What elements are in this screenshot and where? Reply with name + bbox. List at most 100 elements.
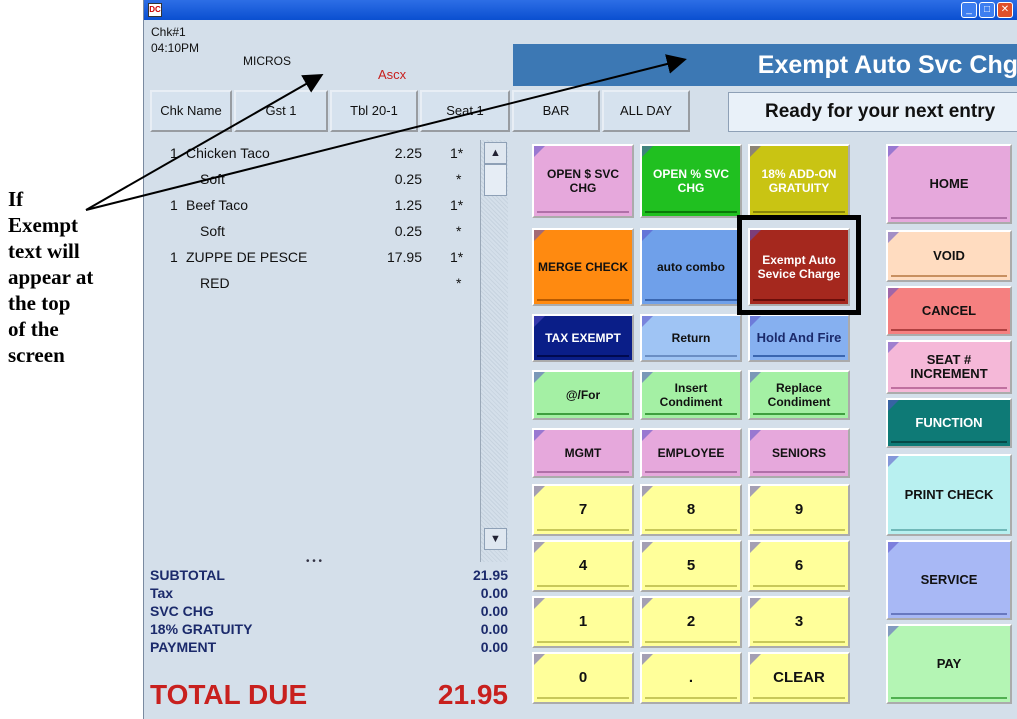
- item-price: 2.25: [394, 145, 422, 161]
- item-name: Soft: [200, 171, 225, 187]
- keypad-decimal-button[interactable]: .: [640, 652, 742, 704]
- total-due: TOTAL DUE 21.95: [150, 675, 510, 715]
- bar-button[interactable]: BAR: [512, 90, 600, 132]
- annotation-line: screen: [8, 343, 65, 367]
- item-price: 17.95: [386, 249, 422, 265]
- total-due-label: TOTAL DUE: [150, 679, 308, 710]
- at-for-button[interactable]: @/For: [532, 370, 634, 420]
- pay-button[interactable]: PAY: [886, 624, 1012, 704]
- return-button[interactable]: Return: [640, 314, 742, 362]
- item-seat: 1*: [450, 145, 464, 161]
- mgmt-button[interactable]: MGMT: [532, 428, 634, 478]
- tax-exempt-button[interactable]: TAX EXEMPT: [532, 314, 634, 362]
- keypad-clear-button[interactable]: CLEAR: [748, 652, 850, 704]
- addon-gratuity-button[interactable]: 18% ADD-ON GRATUITY: [748, 144, 850, 218]
- seat-button[interactable]: Seat 1: [420, 90, 510, 132]
- keypad-4-button[interactable]: 4: [532, 540, 634, 592]
- item-price: 1.25: [394, 197, 422, 213]
- item-qty: 1: [170, 197, 178, 213]
- tax-value: 0.00: [480, 585, 508, 601]
- chk-name-button[interactable]: Chk Name: [150, 90, 232, 132]
- gratuity-row: 18% GRATUITY 0.00: [150, 620, 510, 638]
- minimize-icon[interactable]: _: [961, 2, 977, 18]
- print-check-button[interactable]: PRINT CHECK: [886, 454, 1012, 536]
- list-scrollbar[interactable]: [480, 140, 508, 562]
- close-icon[interactable]: ✕: [997, 2, 1013, 18]
- payment-row: PAYMENT 0.00: [150, 638, 510, 656]
- void-button[interactable]: VOID: [886, 230, 1012, 282]
- function-button[interactable]: FUNCTION: [886, 398, 1012, 448]
- scroll-up-icon[interactable]: ▲: [484, 142, 507, 164]
- guest-button[interactable]: Gst 1: [234, 90, 328, 132]
- keypad-3-button[interactable]: 3: [748, 596, 850, 648]
- open-dollar-svc-chg-button[interactable]: OPEN $ SVC CHG: [532, 144, 634, 218]
- item-price: 0.25: [394, 171, 422, 187]
- app-icon: DC: [148, 3, 162, 17]
- keypad-7-button[interactable]: 7: [532, 484, 634, 536]
- replace-condiment-button[interactable]: Replace Condiment: [748, 370, 850, 420]
- seat-increment-button[interactable]: SEAT # INCREMENT: [886, 340, 1012, 394]
- item-name: Soft: [200, 223, 225, 239]
- list-item[interactable]: Soft 0.25 *: [150, 166, 484, 192]
- merge-check-button[interactable]: MERGE CHECK: [532, 228, 634, 306]
- keypad-9-button[interactable]: 9: [748, 484, 850, 536]
- auto-combo-button[interactable]: auto combo: [640, 228, 742, 306]
- maximize-icon[interactable]: □: [979, 2, 995, 18]
- list-item[interactable]: 1 ZUPPE DE PESCE 17.95 1*: [150, 244, 484, 270]
- check-number: Chk#1: [151, 25, 186, 39]
- item-qty: 1: [170, 145, 178, 161]
- totals-panel: SUBTOTAL 21.95 Tax 0.00 SVC CHG 0.00 18%…: [150, 566, 510, 656]
- service-button[interactable]: SERVICE: [886, 540, 1012, 620]
- employee-button[interactable]: EMPLOYEE: [640, 428, 742, 478]
- all-day-button[interactable]: ALL DAY: [602, 90, 690, 132]
- scroll-thumb[interactable]: [484, 164, 507, 196]
- keypad-8-button[interactable]: 8: [640, 484, 742, 536]
- check-time: 04:10PM: [151, 41, 200, 55]
- scroll-down-icon[interactable]: ▼: [484, 528, 507, 550]
- list-item[interactable]: 1 Chicken Taco 2.25 1*: [150, 140, 484, 166]
- list-item[interactable]: Soft 0.25 *: [150, 218, 484, 244]
- insert-condiment-button[interactable]: Insert Condiment: [640, 370, 742, 420]
- svc-chg-label: SVC CHG: [150, 603, 214, 619]
- subtotal-row: SUBTOTAL 21.95: [150, 566, 510, 584]
- keypad-0-button[interactable]: 0: [532, 652, 634, 704]
- item-seat: *: [456, 171, 462, 187]
- keypad-2-button[interactable]: 2: [640, 596, 742, 648]
- item-name: RED: [200, 275, 230, 291]
- exempt-auto-service-charge-button[interactable]: Exempt Auto Sevice Charge: [748, 228, 850, 306]
- tax-label: Tax: [150, 585, 174, 601]
- annotation-text: If Exempt text will appear at the top of…: [8, 186, 153, 368]
- pos-window: DC _ □ ✕ Chk#1 04:10PM MICROS Ascx Exemp…: [143, 0, 1017, 719]
- seniors-button[interactable]: SENIORS: [748, 428, 850, 478]
- keypad-5-button[interactable]: 5: [640, 540, 742, 592]
- item-seat: *: [456, 275, 462, 291]
- micros-label-box: MICROS: [233, 44, 325, 86]
- keypad-6-button[interactable]: 6: [748, 540, 850, 592]
- screen-title: Exempt Auto Svc Chg: [513, 44, 1017, 86]
- open-percent-svc-chg-button[interactable]: OPEN % SVC CHG: [640, 144, 742, 218]
- payment-value: 0.00: [480, 639, 508, 655]
- subtotal-label: SUBTOTAL: [150, 567, 225, 583]
- check-info: Chk#1 04:10PM: [148, 22, 234, 68]
- annotation-line: If: [8, 187, 24, 211]
- list-item[interactable]: 1 Beef Taco 1.25 1*: [150, 192, 484, 218]
- ascx-label: Ascx: [378, 67, 407, 82]
- item-price: 0.25: [394, 223, 422, 239]
- keypad-1-button[interactable]: 1: [532, 596, 634, 648]
- annotation-line: appear at: [8, 265, 94, 289]
- item-seat: 1*: [450, 197, 464, 213]
- item-seat: 1*: [450, 249, 464, 265]
- item-name: ZUPPE DE PESCE: [186, 249, 308, 265]
- check-detail-list[interactable]: 1 Chicken Taco 2.25 1* Soft 0.25 * 1 Bee…: [150, 140, 484, 562]
- hold-and-fire-button[interactable]: Hold And Fire: [748, 314, 850, 362]
- list-item[interactable]: RED *: [150, 270, 484, 296]
- subtotal-value: 21.95: [472, 567, 508, 583]
- micros-label: MICROS: [243, 54, 291, 68]
- gratuity-value: 0.00: [480, 621, 508, 637]
- item-qty: 1: [170, 249, 178, 265]
- tax-row: Tax 0.00: [150, 584, 510, 602]
- table-button[interactable]: Tbl 20-1: [330, 90, 418, 132]
- item-seat: *: [456, 223, 462, 239]
- cancel-button[interactable]: CANCEL: [886, 286, 1012, 336]
- home-button[interactable]: HOME: [886, 144, 1012, 224]
